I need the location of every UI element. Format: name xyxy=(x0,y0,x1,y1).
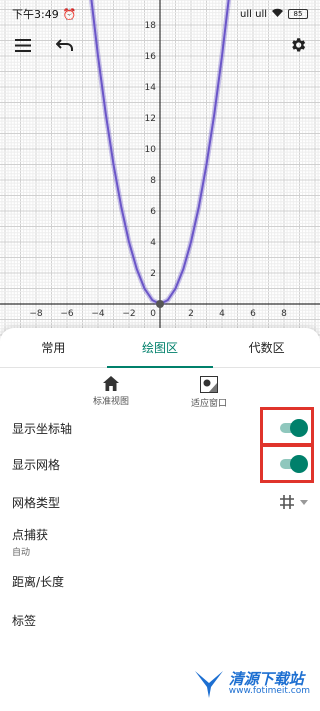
highlight-box-axes xyxy=(260,407,314,447)
settings-sheet: 常用 绘图区 代数区 标准视图 适应窗口 xyxy=(0,328,320,711)
graphics-view[interactable]: −8 −6 −4 −2 2 4 6 8 0 2 4 6 8 10 12 14 16 18 xyxy=(0,0,320,340)
grid-type-label: 网格类型 xyxy=(12,495,61,510)
distance-length-label: 距离/长度 xyxy=(12,574,65,589)
watermark: 清源下载站 www.fotimeit.com xyxy=(193,669,310,699)
hamburger-menu-icon[interactable] xyxy=(8,30,38,60)
grid-icon xyxy=(280,495,294,509)
show-axes-label: 显示坐标轴 xyxy=(12,421,73,436)
y-tick-label: 2 xyxy=(150,269,156,279)
battery-icon: 85 xyxy=(288,9,308,19)
y-tick-label: 6 xyxy=(150,207,156,217)
dropdown-arrow-icon xyxy=(300,499,308,505)
undo-icon[interactable] xyxy=(50,30,80,60)
y-tick-label: 4 xyxy=(150,238,156,248)
x-tick-label: 6 xyxy=(250,309,256,319)
graph-canvas[interactable]: −8 −6 −4 −2 2 4 6 8024681012141618 xyxy=(0,0,320,340)
x-tick-label: −2 xyxy=(122,309,135,319)
point-capturing-label: 点捕获 xyxy=(12,528,49,542)
x-tick-label: −4 xyxy=(91,309,105,319)
y-tick-label: 16 xyxy=(145,52,157,62)
signal-icon: ull ull xyxy=(240,8,267,20)
standard-view-button[interactable]: 标准视图 xyxy=(81,376,141,412)
x-tick-label: −6 xyxy=(60,309,74,319)
x-tick-label: 4 xyxy=(219,309,225,319)
x-tick-label: −8 xyxy=(29,309,43,319)
gear-icon[interactable] xyxy=(283,30,313,60)
fit-window-button[interactable]: 适应窗口 xyxy=(179,376,239,412)
y-tick-label: 10 xyxy=(145,145,157,155)
y-tick-label: 8 xyxy=(150,176,156,186)
labeling-row[interactable]: 标签 xyxy=(0,609,320,631)
point-capturing-value: 自动 xyxy=(12,548,31,558)
fit-window-label: 适应窗口 xyxy=(190,399,227,409)
tab-graphics[interactable]: 绘图区 xyxy=(106,328,214,368)
watermark-logo xyxy=(194,671,223,698)
vertex-point xyxy=(156,300,164,308)
tab-basic[interactable]: 常用 xyxy=(0,328,107,367)
watermark-title: 清源下载站 xyxy=(228,669,304,688)
status-bar: 下午3:49 ⏰ ull ull 85 xyxy=(0,0,320,28)
distance-length-row[interactable]: 距离/长度 xyxy=(0,570,320,592)
tab-bar: 常用 绘图区 代数区 xyxy=(0,328,320,368)
grid-type-select[interactable] xyxy=(280,495,308,509)
fit-window-icon xyxy=(200,376,218,393)
labeling-label: 标签 xyxy=(12,613,37,628)
y-tick-label: 14 xyxy=(145,83,157,93)
point-capturing-row[interactable]: 点捕获 自动 xyxy=(0,526,320,558)
watermark-url: www.fotimeit.com xyxy=(228,686,310,697)
status-time: 下午3:49 xyxy=(12,8,59,21)
x-tick-label: 2 xyxy=(188,309,194,319)
home-icon xyxy=(103,376,119,391)
highlight-box-grid xyxy=(260,443,314,483)
tab-algebra[interactable]: 代数区 xyxy=(213,328,320,367)
show-grid-label: 显示网格 xyxy=(12,457,61,472)
x-tick-label: 8 xyxy=(281,309,287,319)
status-right: ull ull 85 xyxy=(240,8,308,21)
y-tick-label: 12 xyxy=(145,114,156,124)
grid-type-row[interactable]: 网格类型 xyxy=(0,491,320,513)
alarm-icon: ⏰ xyxy=(62,7,77,21)
origin-label: 0 xyxy=(150,309,156,319)
standard-view-label: 标准视图 xyxy=(92,397,129,407)
wifi-icon xyxy=(271,8,284,21)
